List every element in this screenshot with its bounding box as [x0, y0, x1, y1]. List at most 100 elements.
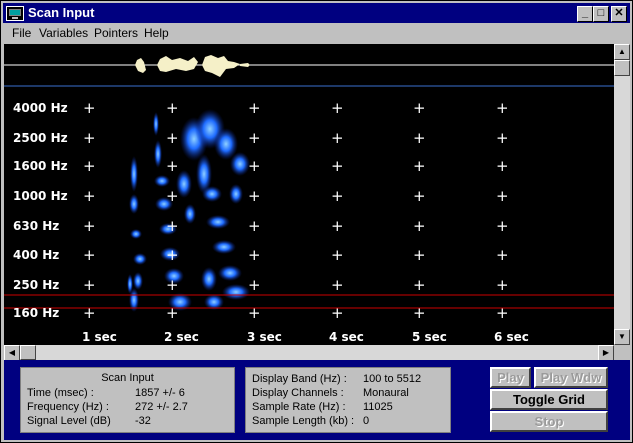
- sample-rate-value: 11025: [363, 401, 393, 413]
- toggle-grid-button[interactable]: Toggle Grid: [490, 389, 608, 410]
- grid-marker: +: [166, 129, 179, 147]
- grid-marker: +: [166, 99, 179, 117]
- grid-marker: +: [166, 157, 179, 175]
- freq-label-1600: 1600 Hz: [13, 159, 68, 173]
- grid-marker: +: [83, 99, 96, 117]
- time-value: 1857 +/- 6: [135, 387, 185, 399]
- grid-marker: +: [83, 129, 96, 147]
- scroll-left-icon[interactable]: ◀: [4, 345, 20, 361]
- grid-marker: +: [248, 129, 261, 147]
- vertical-scrollbar[interactable]: ▲ ▼: [614, 44, 630, 345]
- play-button[interactable]: Play: [490, 367, 531, 388]
- grid-marker: +: [166, 217, 179, 235]
- signal-level-value: -32: [135, 415, 151, 427]
- grid-marker: +: [496, 304, 509, 322]
- grid-marker: +: [413, 276, 426, 294]
- menu-file[interactable]: File: [12, 26, 31, 40]
- grid-marker: +: [496, 157, 509, 175]
- grid-marker: +: [413, 187, 426, 205]
- time-label: Time (msec) :: [27, 387, 94, 399]
- grid-marker: +: [496, 187, 509, 205]
- time-label-5: 5 sec: [412, 330, 447, 344]
- grid-marker: +: [331, 129, 344, 147]
- title-bar: Scan Input _ □ ✕: [3, 3, 630, 23]
- grid-marker: +: [413, 99, 426, 117]
- vertical-scroll-thumb[interactable]: [614, 60, 630, 76]
- grid-marker: +: [166, 246, 179, 264]
- grid-marker: +: [83, 187, 96, 205]
- status-area: Scan Input Time (msec) : 1857 +/- 6 Freq…: [4, 360, 630, 440]
- horizontal-scrollbar[interactable]: ◀ ▶: [4, 345, 614, 361]
- scroll-up-icon[interactable]: ▲: [614, 44, 630, 60]
- grid-marker: +: [166, 276, 179, 294]
- display-info-panel: Display Band (Hz) : 100 to 5512 Display …: [245, 367, 451, 433]
- grid-marker: +: [413, 217, 426, 235]
- play-window-button[interactable]: Play Wdw: [534, 367, 608, 388]
- display-band-label: Display Band (Hz) :: [252, 373, 347, 385]
- sample-length-value: 0: [363, 415, 370, 427]
- display-channels-label: Display Channels :: [252, 387, 344, 399]
- spectrogram-energy: [127, 109, 250, 312]
- window-title: Scan Input: [28, 5, 95, 20]
- scan-input-window: Scan Input _ □ ✕ File Variables Pointers…: [0, 0, 633, 443]
- grid-marker: +: [83, 217, 96, 235]
- grid-marker: +: [413, 304, 426, 322]
- frequency-value: 272 +/- 2.7: [135, 401, 188, 413]
- time-label-1: 1 sec: [82, 330, 117, 344]
- grid-marker: +: [248, 157, 261, 175]
- scan-input-panel: Scan Input Time (msec) : 1857 +/- 6 Freq…: [20, 367, 235, 433]
- grid-marker: +: [331, 99, 344, 117]
- freq-label-250: 250 Hz: [13, 278, 59, 292]
- grid-marker: +: [496, 99, 509, 117]
- grid-marker: +: [413, 246, 426, 264]
- scroll-right-icon[interactable]: ▶: [598, 345, 614, 361]
- display-band-value: 100 to 5512: [363, 373, 422, 385]
- grid-marker: +: [496, 217, 509, 235]
- app-icon: [6, 6, 24, 21]
- menu-pointers[interactable]: Pointers: [94, 26, 138, 40]
- sample-rate-label: Sample Rate (Hz) :: [252, 401, 346, 413]
- freq-label-1000: 1000 Hz: [13, 189, 68, 203]
- spectrogram-canvas[interactable]: 4000 Hz 2500 Hz 1600 Hz 1000 Hz 630 Hz 4…: [4, 44, 614, 345]
- grid-marker: +: [166, 187, 179, 205]
- grid-marker: +: [331, 187, 344, 205]
- signal-level-label: Signal Level (dB): [27, 415, 111, 427]
- grid-marker: +: [248, 187, 261, 205]
- grid-marker: +: [83, 276, 96, 294]
- grid-marker: +: [83, 157, 96, 175]
- display-channels-value: Monaural: [363, 387, 409, 399]
- grid-marker: +: [331, 217, 344, 235]
- scan-panel-title: Scan Input: [101, 372, 154, 384]
- time-label-4: 4 sec: [329, 330, 364, 344]
- grid-marker: +: [331, 157, 344, 175]
- grid-marker: +: [413, 129, 426, 147]
- grid-marker: +: [496, 276, 509, 294]
- grid-marker: +: [83, 304, 96, 322]
- freq-label-2500: 2500 Hz: [13, 131, 68, 145]
- waveform: [135, 55, 250, 77]
- freq-label-400: 400 Hz: [13, 248, 59, 262]
- maximize-button[interactable]: □: [593, 6, 609, 22]
- stop-button[interactable]: Stop: [490, 411, 608, 432]
- time-label-2: 2 sec: [164, 330, 199, 344]
- scroll-down-icon[interactable]: ▼: [614, 329, 630, 345]
- minimize-button[interactable]: _: [577, 6, 593, 22]
- grid-marker: +: [166, 304, 179, 322]
- grid-marker: +: [331, 304, 344, 322]
- grid-marker: +: [413, 157, 426, 175]
- grid-marker: +: [83, 246, 96, 264]
- menu-variables[interactable]: Variables: [39, 26, 88, 40]
- menu-bar: File Variables Pointers Help: [3, 24, 630, 43]
- freq-label-4000: 4000 Hz: [13, 101, 68, 115]
- grid-marker: +: [331, 246, 344, 264]
- sample-length-label: Sample Length (kb) :: [252, 415, 355, 427]
- grid-marker: +: [248, 304, 261, 322]
- horizontal-scroll-thumb[interactable]: [20, 345, 36, 360]
- freq-label-160: 160 Hz: [13, 306, 59, 320]
- freq-label-630: 630 Hz: [13, 219, 59, 233]
- grid-marker: +: [248, 276, 261, 294]
- menu-help[interactable]: Help: [144, 26, 169, 40]
- grid-marker: +: [248, 217, 261, 235]
- spectrogram-svg[interactable]: 4000 Hz 2500 Hz 1600 Hz 1000 Hz 630 Hz 4…: [4, 44, 614, 345]
- close-button[interactable]: ✕: [611, 6, 627, 22]
